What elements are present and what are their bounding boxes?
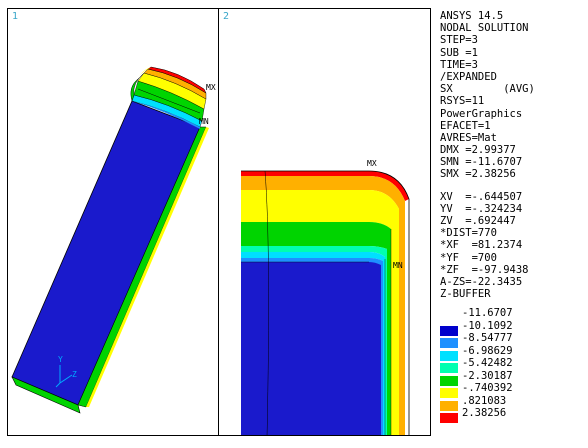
max-marker-1: MX — [206, 83, 216, 92]
info-smn: SMN =-11.6707 — [440, 156, 523, 169]
info-zf: *ZF =-97.9438 — [440, 263, 529, 276]
legend-swatch — [440, 325, 458, 336]
info-powergraphics: PowerGraphics — [440, 107, 523, 120]
band-aqua — [241, 246, 369, 252]
info-efacet: EFACET=1 — [440, 119, 491, 132]
viewport-number-1: 1 — [12, 11, 19, 22]
min-marker-2: MN — [393, 261, 403, 270]
band-orange — [241, 176, 369, 190]
legend-swatch — [440, 338, 458, 348]
info-dmx: DMX =2.99377 — [440, 144, 516, 157]
viewport-1[interactable]: MX MN Y Z 1 — [7, 8, 219, 436]
legend-label: -10.1092 — [462, 319, 513, 332]
legend-label: -5.42482 — [462, 357, 513, 369]
legend-label: 2.38256 — [462, 407, 507, 419]
info-xf: *XF =81.2374 — [440, 239, 523, 252]
info-yv: YV =-.324234 — [440, 202, 523, 215]
band-yellow — [241, 190, 369, 222]
legend-label: -2.30187 — [462, 369, 513, 382]
legend-swatch — [440, 363, 458, 373]
info-step: STEP=3 — [440, 34, 478, 47]
info-zbuffer: Z-BUFFER — [440, 288, 491, 301]
info-expanded: /EXPANDED — [440, 70, 497, 83]
max-marker-2: MX — [367, 159, 377, 168]
info-azs: A-ZS=-22.3435 — [440, 275, 523, 288]
legend-label-min: -11.6707 — [462, 307, 513, 319]
info-component: SX (AVG) — [440, 83, 535, 96]
legend-swatch — [440, 350, 458, 361]
wall-blue — [369, 265, 381, 435]
band-green — [241, 222, 369, 246]
legend-swatch — [440, 375, 458, 386]
info-title: ANSYS 14.5 — [440, 10, 504, 22]
legend-swatch — [440, 388, 458, 398]
info-avres: AVRES=Mat — [440, 131, 497, 144]
legend-label: -8.54777 — [462, 332, 513, 344]
info-sub: SUB =1 — [440, 46, 478, 59]
model-plot-2[interactable]: MX MN — [219, 9, 431, 436]
band-cyan — [241, 252, 369, 258]
info-xv: XV =-.644507 — [440, 190, 523, 203]
info-zv: ZV =.692447 — [440, 215, 516, 227]
legend-swatch — [440, 413, 458, 423]
info-solution-type: NODAL SOLUTION — [440, 22, 529, 35]
legend-label: .821083 — [462, 394, 507, 407]
legend-swatch — [440, 400, 458, 411]
min-marker-1: MN — [199, 117, 209, 126]
triad-y-label: Y — [58, 355, 63, 364]
info-time: TIME=3 — [440, 58, 478, 71]
band-red — [241, 171, 369, 176]
viewport-2[interactable]: MX MN 2 — [219, 8, 431, 436]
legend-label: -6.98629 — [462, 344, 513, 357]
info-smx: SMX =2.38256 — [440, 168, 516, 181]
info-panel: ANSYS 14.5 NODAL SOLUTION STEP=3 SUB =1 … — [440, 10, 586, 300]
info-dist: *DIST=770 — [440, 227, 497, 240]
info-yf: *YF =700 — [440, 251, 497, 264]
band-light-blue — [241, 258, 369, 262]
legend-label: -.740392 — [462, 382, 513, 394]
band-blue — [241, 262, 391, 435]
info-rsys: RSYS=11 — [440, 95, 485, 108]
model-plot-1[interactable]: MX MN Y Z — [8, 9, 219, 436]
triad-z-label: Z — [72, 370, 77, 379]
viewport-number-2: 2 — [223, 11, 230, 22]
